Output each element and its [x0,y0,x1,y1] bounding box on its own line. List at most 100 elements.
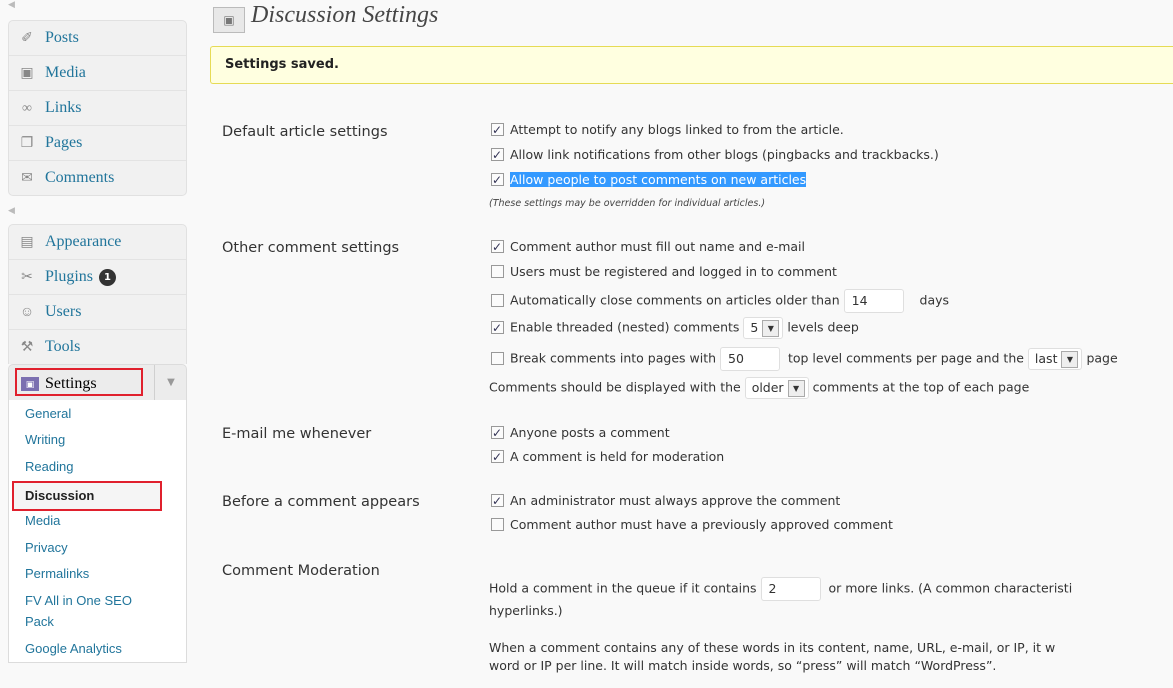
option-close-comments[interactable]: Automatically close comments on articles… [491,289,950,313]
settings-saved-notice: Settings saved. [210,46,1173,84]
option-display-order: Comments should be displayed with the ol… [489,377,1029,399]
menu-item-label: Settings [45,375,97,392]
collapse-arrow-icon[interactable]: ◀ [8,0,15,10]
option-previously-approved[interactable]: Comment author must have a previously ap… [491,515,893,535]
menu-item-label: Posts [45,29,79,46]
option-email-held-moderation[interactable]: A comment is held for moderation [491,447,724,467]
settings-highlight-box[interactable]: ▣ Settings [15,368,143,396]
submenu-item-writing[interactable]: Writing [25,431,65,449]
menu-item-pages[interactable]: ❐ Pages [9,126,186,161]
menu-group-content: ✐ Posts ▣ Media ∞ Links ❐ Pages ✉ Comments [8,20,187,196]
settings-icon: ▣ [21,377,39,391]
option-require-name-email[interactable]: Comment author must fill out name and e-… [491,237,805,257]
menu-item-users[interactable]: ☺ Users [9,295,186,330]
require-name-email-checkbox[interactable] [491,237,504,257]
option-allow-comments[interactable]: Allow people to post comments on new art… [491,170,807,190]
allow-comments-checkbox[interactable] [491,170,504,190]
media-icon: ▣ [20,66,34,81]
option-admin-approve[interactable]: An administrator must always approve the… [491,491,840,511]
menu-item-label: Pages [45,134,83,151]
option-threaded-comments[interactable]: Enable threaded (nested) comments 5▼ lev… [491,317,859,339]
notice-text: Settings saved. [225,57,339,72]
close-comments-checkbox[interactable] [491,293,504,307]
paginate-comments-checkbox[interactable] [491,351,504,365]
menu-item-media[interactable]: ▣ Media [9,56,186,91]
pin-icon: ✐ [21,31,33,46]
email-anyone-posts-checkbox[interactable] [491,423,504,443]
select-value: older [751,380,784,395]
notify-blogs-checkbox[interactable] [491,120,504,140]
menu-item-label: Users [45,303,82,320]
admin-approve-checkbox[interactable] [491,491,504,511]
menu-item-plugins[interactable]: ✂ Plugins 1 [9,260,186,295]
option-label-suffix: page [1086,350,1118,366]
section-label-email-me: E-mail me whenever [222,426,372,442]
option-label: A comment is held for moderation [510,449,725,464]
menu-item-comments[interactable]: ✉ Comments [9,161,186,195]
menu-item-label: Links [45,99,82,116]
menu-item-posts[interactable]: ✐ Posts [9,21,186,56]
menu-item-label: Tools [45,338,81,355]
submenu-item-permalinks[interactable]: Permalinks [25,565,89,583]
option-label-selected: Allow people to post comments on new art… [510,172,807,187]
close-days-input[interactable]: 14 [843,289,904,313]
submenu-item-media[interactable]: Media [25,512,60,530]
settings-submenu: General Writing Reading Discussion Media… [8,400,187,663]
select-value: last [1034,351,1058,366]
per-page-input[interactable]: 50 [720,347,781,371]
settings-page-icon: ▣ [213,7,245,33]
moderation-label-suffix: or more links. (A common characteristi [828,580,1073,596]
registered-only-checkbox[interactable] [491,265,504,278]
thread-depth-select[interactable]: 5 ▼ [743,317,784,339]
option-allow-pings[interactable]: Allow link notifications from other blog… [491,145,939,165]
email-held-moderation-checkbox[interactable] [491,447,504,467]
option-label-suffix: days [919,292,950,308]
option-email-anyone-posts[interactable]: Anyone posts a comment [491,423,670,443]
link-icon: ∞ [22,101,32,116]
option-label: Enable threaded (nested) comments [510,319,740,335]
option-registered-only[interactable]: Users must be registered and logged in t… [491,262,837,282]
submenu-item-discussion[interactable]: Discussion [12,481,162,511]
submenu-item-privacy[interactable]: Privacy [25,539,68,557]
section-label-default-article: Default article settings [222,124,388,140]
moderation-links-line2: hyperlinks.) [489,603,563,618]
override-note: (These settings may be overridden for in… [489,198,766,209]
menu-item-links[interactable]: ∞ Links [9,91,186,126]
section-label-other-comment: Other comment settings [222,240,400,256]
option-label-suffix: levels deep [787,319,859,335]
pages-icon: ❐ [20,136,34,151]
option-notify-blogs[interactable]: Attempt to notify any blogs linked to fr… [491,120,844,140]
select-value: 5 [750,320,759,335]
previously-approved-checkbox[interactable] [491,518,504,531]
option-label-middle: top level comments per page and the [787,350,1024,366]
submenu-item-seo-pack[interactable]: FV All in One SEO [25,592,132,610]
option-label: Automatically close comments on articles… [510,292,840,308]
section-label-moderation: Comment Moderation [222,563,380,579]
menu-item-tools[interactable]: ⚒ Tools [9,330,186,364]
menu-item-label: Plugins [45,268,94,285]
option-label: Anyone posts a comment [510,425,670,440]
option-label: Users must be registered and logged in t… [510,264,837,279]
moderation-words-line2: word or IP per line. It will match insid… [489,658,997,673]
menu-item-settings[interactable]: ▣ Settings ▼ [8,364,187,401]
moderation-links-input[interactable]: 2 [760,577,821,601]
submenu-item-seo-pack-line2[interactable]: Pack [25,613,54,631]
display-order-select[interactable]: older ▼ [744,377,809,399]
submenu-item-reading[interactable]: Reading [25,458,73,476]
update-count-badge: 1 [99,269,117,286]
allow-pings-checkbox[interactable] [491,145,504,165]
menu-item-label: Comments [45,169,115,186]
appearance-icon: ▤ [20,235,34,250]
submenu-toggle-icon[interactable]: ▼ [154,365,187,401]
submenu-item-google-analytics[interactable]: Google Analytics [25,640,122,658]
page-order-select[interactable]: last ▼ [1027,348,1083,370]
submenu-item-general[interactable]: General [25,405,71,423]
separator-arrow-icon[interactable]: ◀ [8,206,15,216]
page-title-text: Discussion Settings [251,2,439,28]
menu-item-appearance[interactable]: ▤ Appearance [9,225,186,260]
section-label-before-appears: Before a comment appears [222,494,420,510]
option-paginate-comments[interactable]: Break comments into pages with 50 top le… [491,347,1118,371]
tools-icon: ⚒ [20,340,34,355]
option-label: Comment author must have a previously ap… [510,517,893,532]
threaded-comments-checkbox[interactable] [491,318,504,338]
